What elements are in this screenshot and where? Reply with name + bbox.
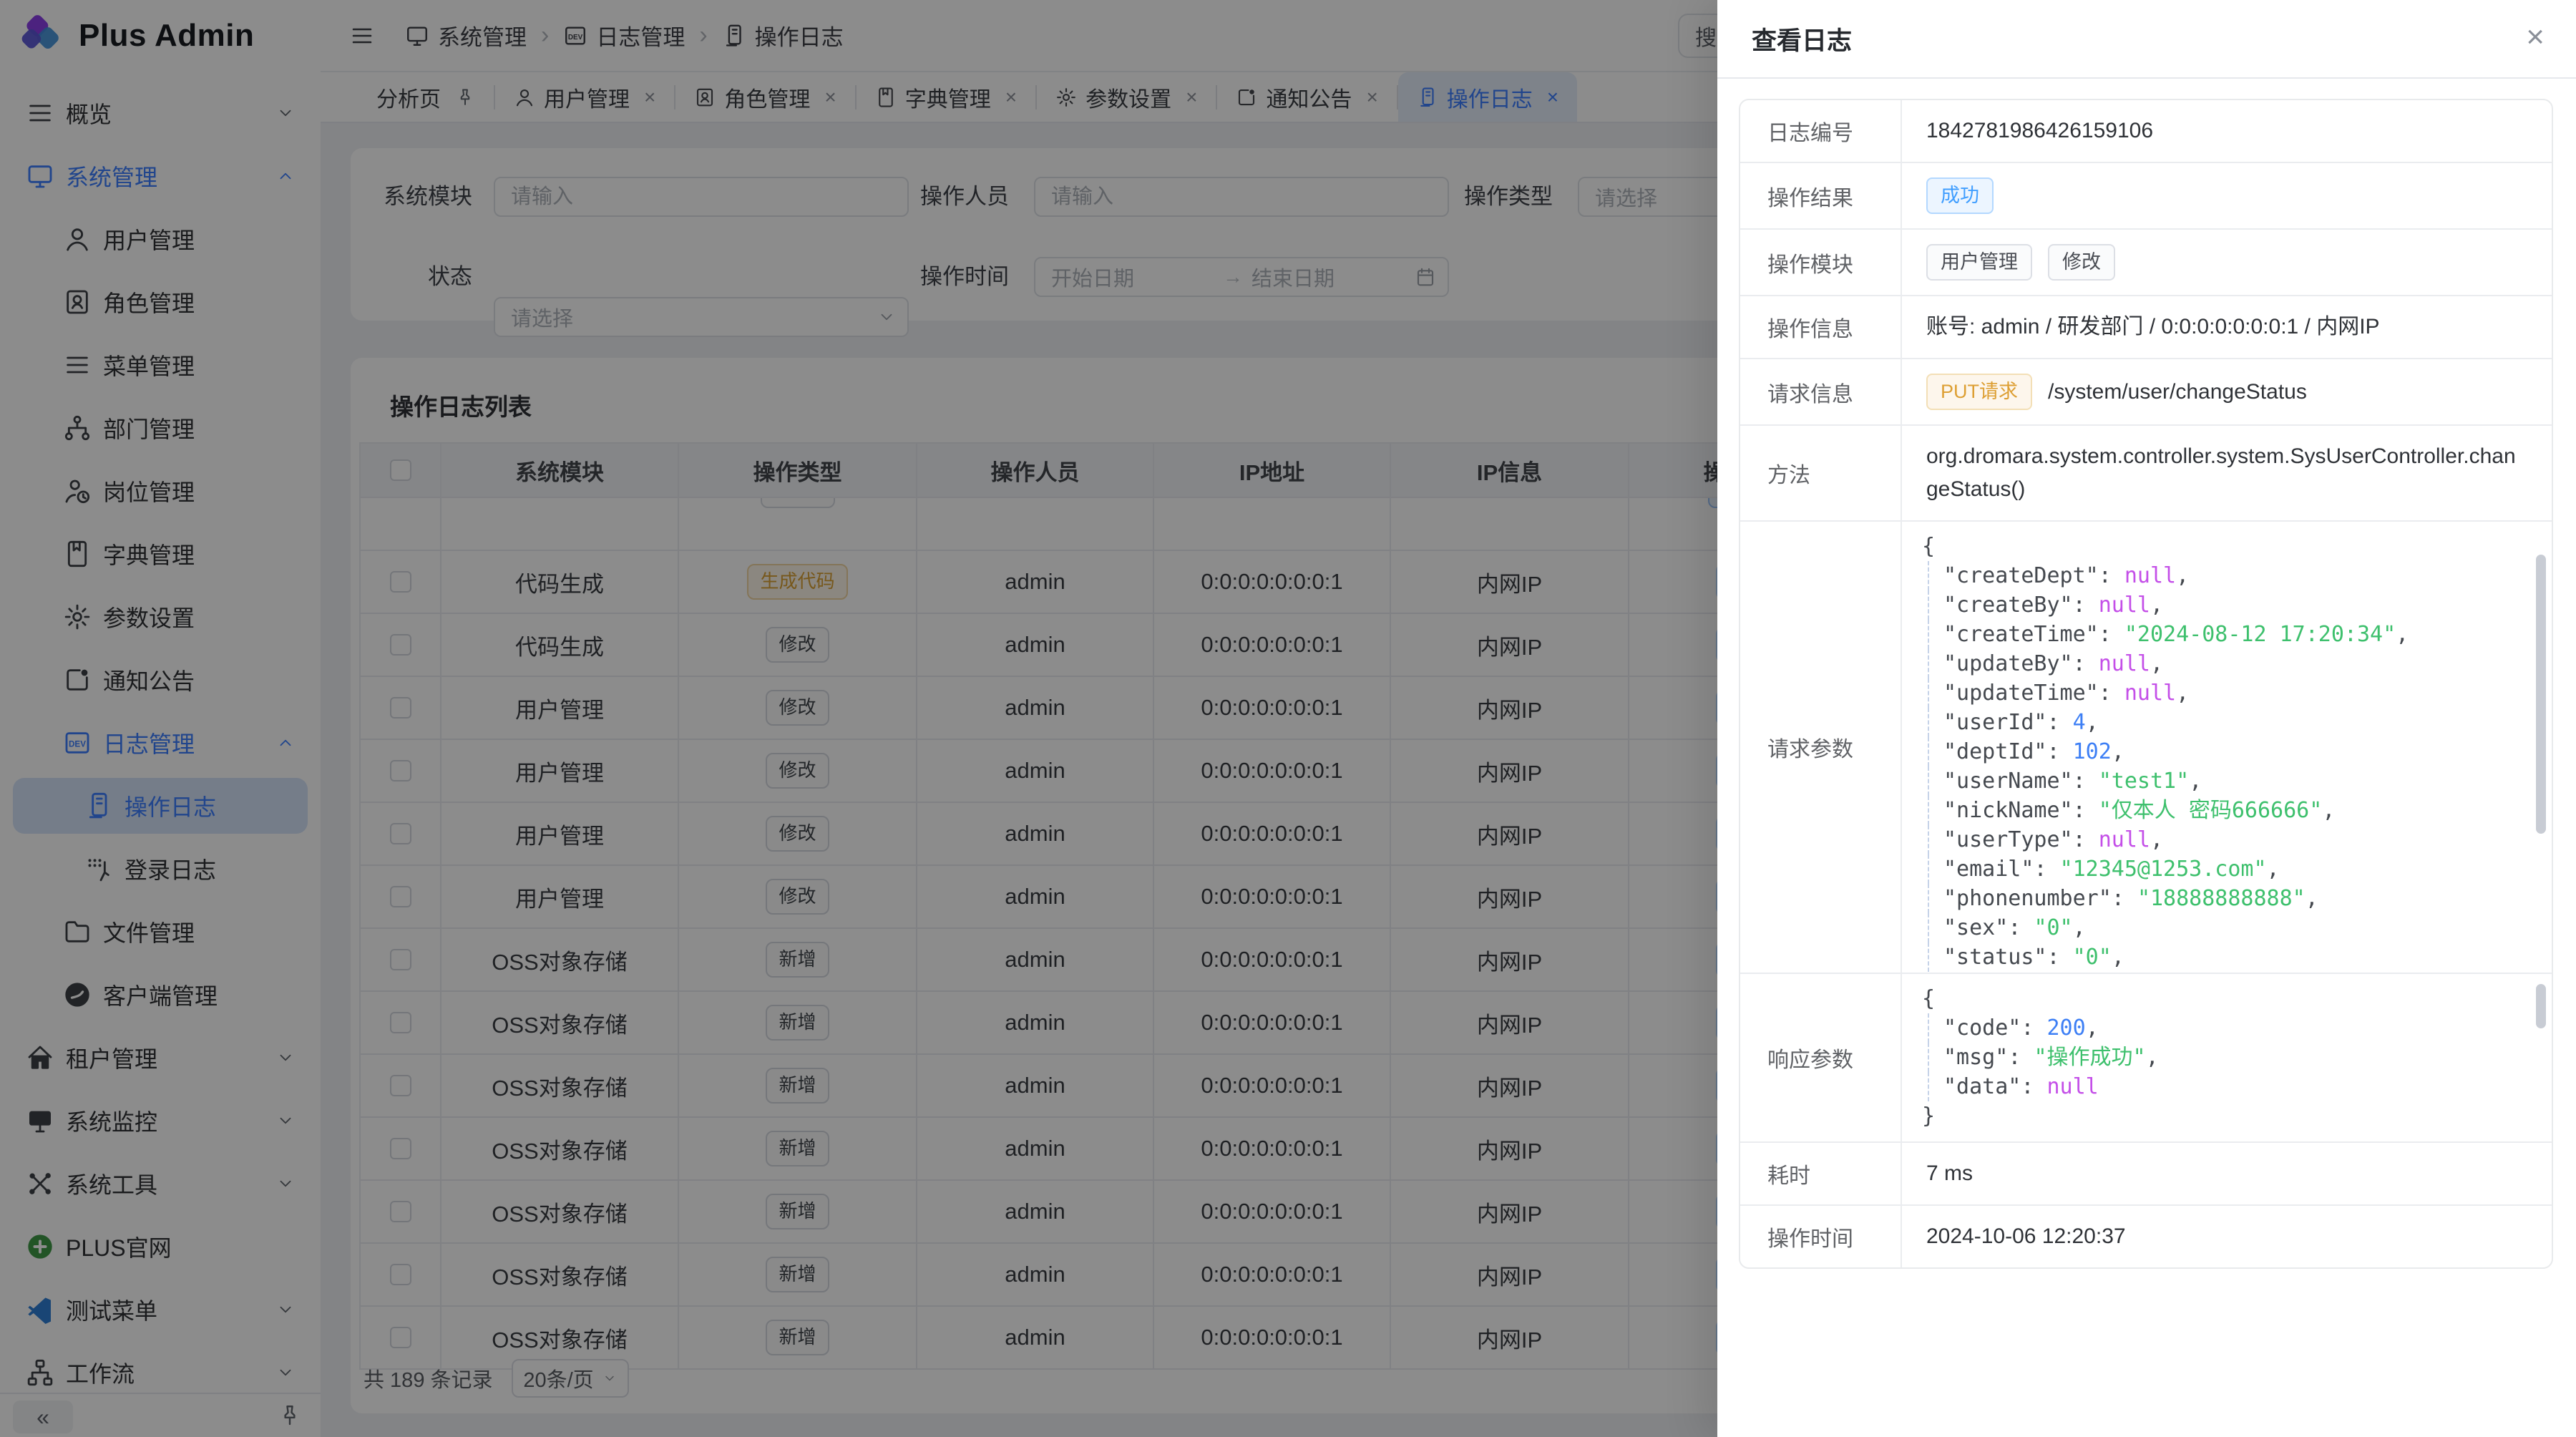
drawer-row-log-id: 日志编号 1842781986426159106: [1740, 100, 2552, 162]
module-badge: 用户管理: [1926, 244, 2032, 281]
code-line: "userType": null,: [1928, 825, 2537, 854]
field-label: 操作模块: [1740, 230, 1902, 295]
drawer-row-request: 请求信息 PUT请求 /system/user/changeStatus: [1740, 358, 2552, 424]
request-params-code[interactable]: {"createDept": null,"createBy": null,"cr…: [1902, 522, 2552, 973]
field-value: 用户管理 修改: [1902, 230, 2552, 295]
code-line: "createTime": "2024-08-12 17:20:34",: [1928, 620, 2537, 649]
response-params-code[interactable]: {"code": 200,"msg": "操作成功","data": null}: [1902, 974, 2552, 1141]
drawer-row-info: 操作信息 账号: admin / 研发部门 / 0:0:0:0:0:0:0:1 …: [1740, 295, 2552, 358]
log-detail-table: 日志编号 1842781986426159106 操作结果 成功 操作模块 用户…: [1739, 99, 2553, 1269]
close-icon[interactable]: ×: [2526, 21, 2545, 53]
code-line: "createDept": null,: [1928, 561, 2537, 590]
field-value: 7 ms: [1902, 1143, 2552, 1204]
code-line: }: [1922, 1101, 2537, 1131]
code-line: "data": null: [1928, 1072, 2537, 1101]
field-label: 耗时: [1740, 1143, 1902, 1204]
drawer-header: 查看日志 ×: [1717, 0, 2576, 79]
field-label: 日志编号: [1740, 100, 1902, 162]
code-line: "email": "12345@1253.com",: [1928, 854, 2537, 884]
code-line: "updateBy": null,: [1928, 649, 2537, 678]
drawer-row-duration: 耗时 7 ms: [1740, 1141, 2552, 1204]
drawer-row-time: 操作时间 2024-10-06 12:20:37: [1740, 1204, 2552, 1267]
code-line: "updateTime": null,: [1928, 678, 2537, 708]
drawer-row-method: 方法 org.dromara.system.controller.system.…: [1740, 424, 2552, 520]
code-line: "deptId": 102,: [1928, 737, 2537, 766]
field-label: 操作时间: [1740, 1206, 1902, 1267]
field-label: 方法: [1740, 426, 1902, 520]
field-value: 成功: [1902, 163, 2552, 228]
field-label: 请求参数: [1740, 522, 1902, 973]
drawer-row-result: 操作结果 成功: [1740, 162, 2552, 228]
field-value: 1842781986426159106: [1902, 100, 2552, 162]
drawer-title: 查看日志: [1752, 21, 1852, 57]
code-line: "createBy": null,: [1928, 590, 2537, 620]
field-value: 账号: admin / 研发部门 / 0:0:0:0:0:0:0:1 / 内网I…: [1902, 296, 2552, 358]
field-value: org.dromara.system.controller.system.Sys…: [1902, 426, 2552, 520]
module-badge: 修改: [2048, 244, 2115, 281]
drawer-row-response-params: 响应参数 {"code": 200,"msg": "操作成功","data": …: [1740, 973, 2552, 1141]
drawer-row-request-params: 请求参数 {"createDept": null,"createBy": nul…: [1740, 520, 2552, 973]
field-label: 操作结果: [1740, 163, 1902, 228]
code-line: {: [1922, 532, 2537, 561]
code-line: "sex": "0",: [1928, 913, 2537, 942]
request-url: /system/user/changeStatus: [2048, 376, 2307, 409]
view-log-drawer: 查看日志 × 日志编号 1842781986426159106 操作结果 成功 …: [1717, 0, 2576, 1437]
field-value: PUT请求 /system/user/changeStatus: [1902, 359, 2552, 424]
code-line: "userName": "test1",: [1928, 766, 2537, 796]
field-label: 请求信息: [1740, 359, 1902, 424]
code-line: "userId": 4,: [1928, 708, 2537, 737]
field-label: 响应参数: [1740, 974, 1902, 1141]
drawer-row-module: 操作模块 用户管理 修改: [1740, 228, 2552, 295]
request-method-badge: PUT请求: [1926, 374, 2032, 410]
code-line: {: [1922, 984, 2537, 1013]
field-value: 2024-10-06 12:20:37: [1902, 1206, 2552, 1267]
code-line: "phonenumber": "18888888888",: [1928, 884, 2537, 913]
code-line: "code": 200,: [1928, 1013, 2537, 1043]
scrollbar-thumb[interactable]: [2536, 984, 2546, 1028]
code-line: "status": "0",: [1928, 942, 2537, 972]
code-line: "nickName": "仅本人 密码666666",: [1928, 796, 2537, 825]
code-line: "msg": "操作成功",: [1928, 1043, 2537, 1072]
status-badge: 成功: [1926, 177, 1994, 214]
field-label: 操作信息: [1740, 296, 1902, 358]
scrollbar-thumb[interactable]: [2536, 555, 2546, 834]
